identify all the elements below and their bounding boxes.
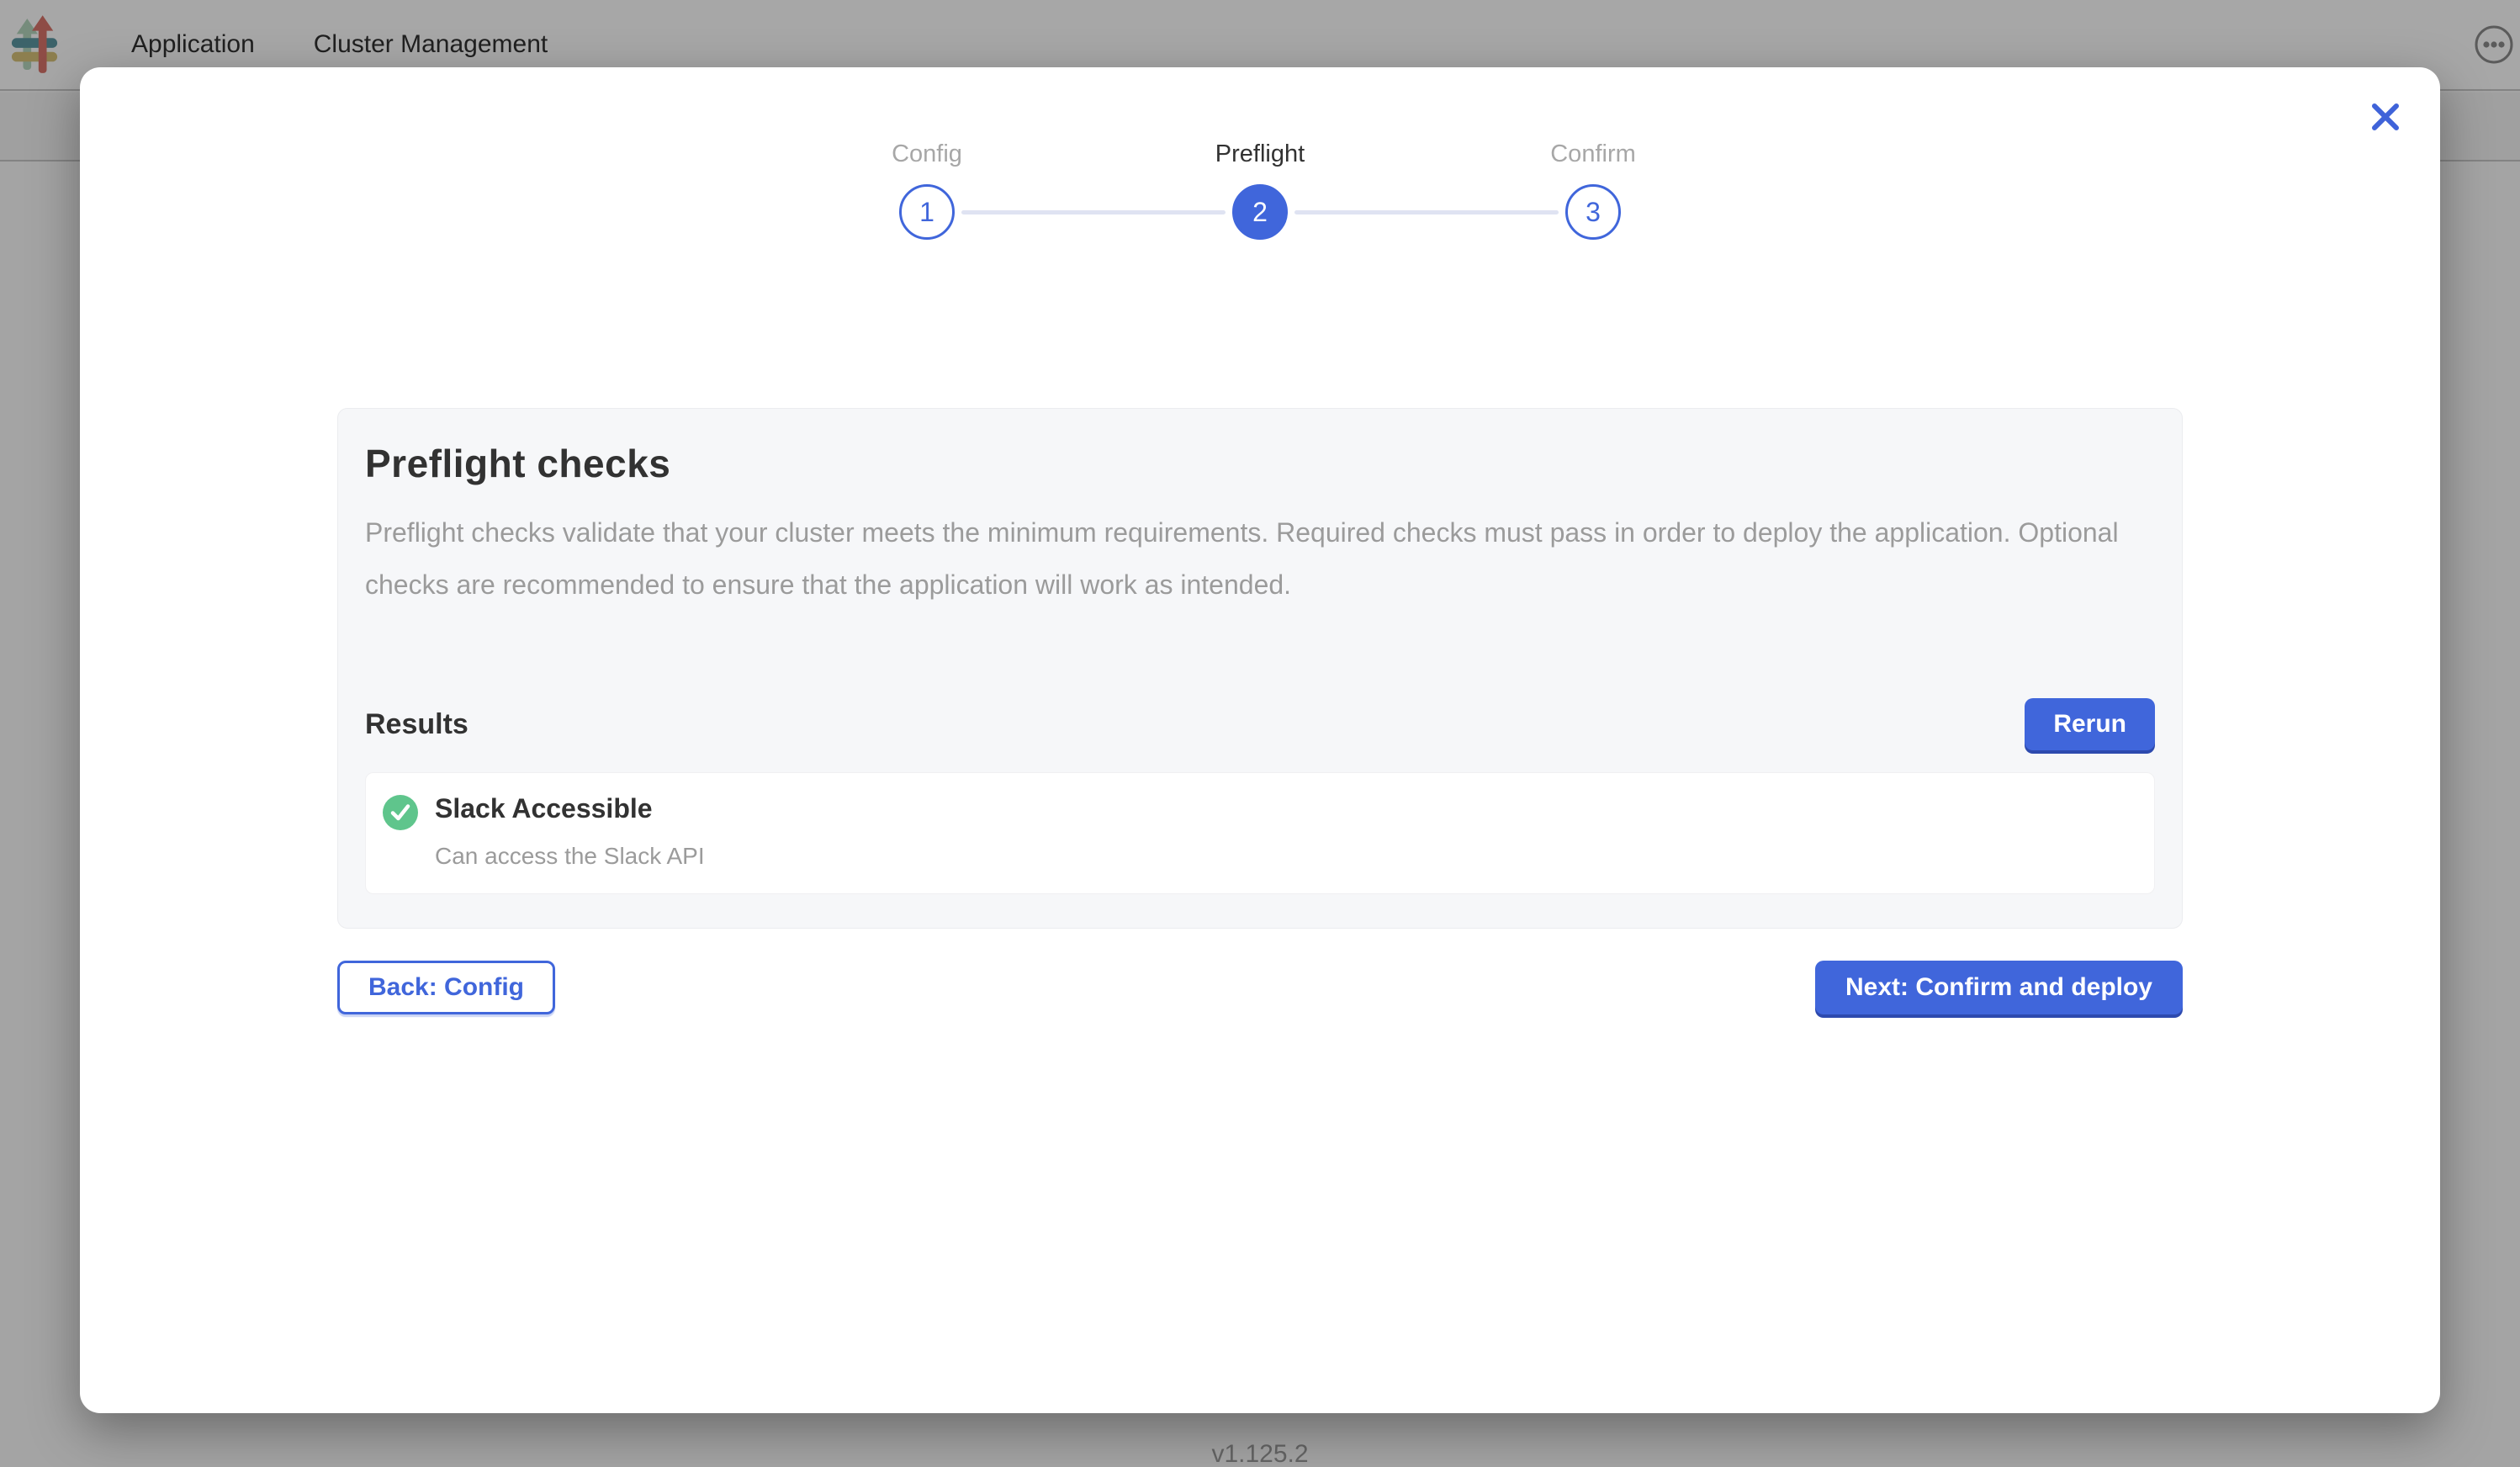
- preflight-modal: Config 1 Preflight 2 Confirm 3 Preflight…: [80, 67, 2440, 1413]
- panel-title: Preflight checks: [365, 441, 2155, 486]
- result-text-block: Slack Accessible Can access the Slack AP…: [435, 793, 705, 870]
- step-preflight: Preflight 2: [1232, 140, 1288, 240]
- step-config: Config 1: [899, 140, 955, 240]
- step-connector: [961, 210, 1226, 214]
- step-circle: 2: [1232, 184, 1288, 240]
- back-config-button[interactable]: Back: Config: [337, 961, 555, 1014]
- wizard-stepper: Config 1 Preflight 2 Confirm 3: [80, 140, 2440, 240]
- step-connector: [1294, 210, 1559, 214]
- results-heading: Results: [365, 708, 469, 741]
- screen: Application Cluster Management v1.125.2: [0, 0, 2520, 1467]
- check-name: Slack Accessible: [435, 793, 705, 824]
- modal-content-column: Preflight checks Preflight checks valida…: [337, 408, 2183, 1014]
- rerun-button[interactable]: Rerun: [2025, 698, 2155, 750]
- preflight-result-item: Slack Accessible Can access the Slack AP…: [365, 772, 2155, 894]
- close-icon: [2367, 98, 2404, 135]
- step-circle: 3: [1565, 184, 1621, 240]
- next-confirm-deploy-button[interactable]: Next: Confirm and deploy: [1815, 961, 2183, 1014]
- step-confirm: Confirm 3: [1565, 140, 1621, 240]
- step-label: Confirm: [1550, 140, 1636, 168]
- step-label: Preflight: [1215, 140, 1305, 168]
- check-pass-icon: [383, 795, 418, 830]
- wizard-actions-row: Back: Config Next: Confirm and deploy: [337, 961, 2183, 1014]
- panel-description: Preflight checks validate that your clus…: [365, 506, 2155, 611]
- step-label: Config: [892, 140, 962, 168]
- close-button[interactable]: [2366, 98, 2405, 136]
- preflight-panel: Preflight checks Preflight checks valida…: [337, 408, 2183, 929]
- step-circle: 1: [899, 184, 955, 240]
- results-header-row: Results Rerun: [365, 698, 2155, 750]
- check-message: Can access the Slack API: [435, 843, 705, 870]
